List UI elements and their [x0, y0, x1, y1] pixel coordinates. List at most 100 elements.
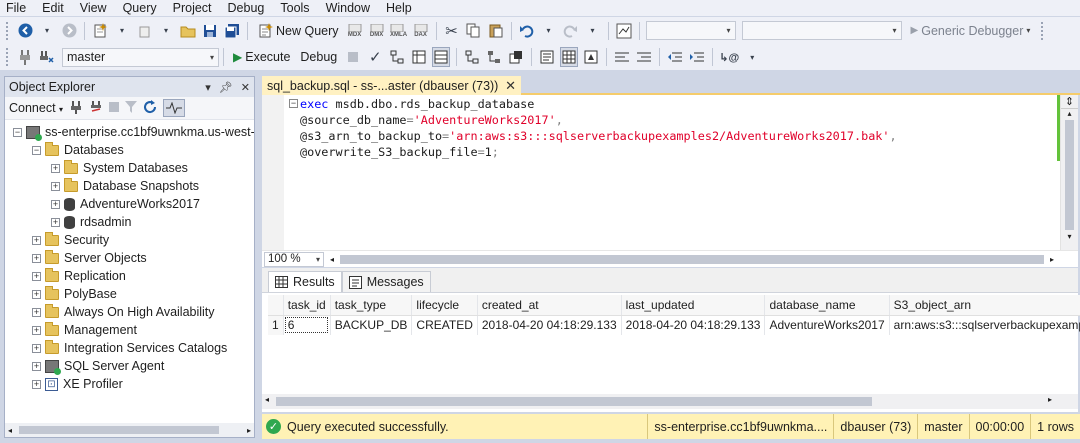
scroll-left-icon[interactable]: ◂ [330, 255, 334, 264]
column-header[interactable]: database_name [764, 295, 890, 316]
editor-hscroll-thumb[interactable] [340, 254, 1044, 264]
scroll-left-icon[interactable]: ◂ [8, 426, 12, 435]
expand-icon[interactable]: + [32, 361, 41, 371]
tree-node[interactable]: + PolyBase [5, 285, 254, 303]
table-cell[interactable]: 2018-04-20 04:18:29.133 [477, 315, 622, 335]
menu-debug[interactable]: Debug [220, 0, 273, 16]
tree-node[interactable]: + Integration Services Catalogs [5, 339, 254, 357]
comment-out-icon[interactable] [613, 47, 631, 67]
dmx-query-button[interactable]: DMX [368, 21, 386, 41]
tree-node[interactable]: + rdsadmin [5, 213, 254, 231]
tab-results[interactable]: Results [268, 271, 342, 292]
chevron-down-icon[interactable]: ▾ [157, 21, 175, 41]
expand-icon[interactable]: + [32, 253, 41, 263]
collapse-icon[interactable]: − [13, 127, 22, 137]
tab-messages[interactable]: Messages [341, 271, 431, 292]
column-header[interactable]: S3_object_arn [889, 295, 1080, 316]
chevron-down-icon[interactable]: ▾ [584, 21, 602, 41]
chevron-down-icon[interactable]: ▾ [540, 21, 558, 41]
tree-node[interactable]: + System Databases [5, 159, 254, 177]
tree-node[interactable]: + Always On High Availability [5, 303, 254, 321]
copy-icon[interactable] [465, 21, 483, 41]
expand-icon[interactable]: + [32, 379, 41, 389]
collapse-icon[interactable]: − [289, 99, 298, 108]
xmla-query-button[interactable]: XMLA [390, 21, 408, 41]
scrollbar-thumb[interactable] [1065, 120, 1074, 230]
mdx-query-button[interactable]: MDX [346, 21, 364, 41]
menu-edit[interactable]: Edit [34, 0, 72, 16]
table-cell[interactable]: 2018-04-20 04:18:29.133 [621, 315, 766, 335]
tree-node[interactable]: + ⊡ XE Profiler [5, 375, 254, 393]
toolbar-grip[interactable] [1041, 21, 1045, 40]
results-to-file-icon[interactable] [582, 47, 600, 67]
disconnect-icon[interactable] [89, 100, 103, 117]
menu-project[interactable]: Project [165, 0, 220, 16]
expand-icon[interactable]: + [32, 235, 41, 245]
tab-sql-backup[interactable]: sql_backup.sql - ss-...aster (dbauser (7… [262, 76, 521, 95]
live-stats-icon[interactable] [485, 47, 503, 67]
execute-button[interactable]: ▶ Execute [230, 47, 293, 67]
close-icon[interactable]: ✕ [241, 81, 250, 94]
menu-file[interactable]: File [0, 0, 34, 16]
forward-icon[interactable] [60, 21, 78, 41]
menu-query[interactable]: Query [115, 0, 165, 16]
tree-node-server[interactable]: − ss-enterprise.cc1bf9uwnkma.us-west-2 [5, 123, 254, 141]
column-header[interactable]: lifecycle [411, 295, 478, 316]
solution-config-dropdown[interactable]: ▾ [645, 21, 736, 40]
filter-icon[interactable] [125, 100, 138, 116]
dax-query-button[interactable]: DAX [412, 21, 430, 41]
scrollbar-thumb[interactable] [276, 397, 872, 406]
menu-tools[interactable]: Tools [272, 0, 317, 16]
undo-icon[interactable] [518, 21, 536, 41]
activity-monitor-icon[interactable] [163, 99, 186, 117]
object-explorer-hscrollbar[interactable]: ◂ ▸ [5, 423, 254, 437]
close-icon[interactable]: ✕ [505, 78, 516, 94]
sql-editor[interactable]: − exec msdb.dbo.rds_backup_database @sour… [262, 95, 1078, 250]
query-design-icon[interactable] [410, 47, 428, 67]
scroll-right-icon[interactable]: ▸ [1050, 255, 1054, 264]
expand-icon[interactable]: + [32, 325, 41, 335]
specify-values-icon[interactable]: ↳@ [719, 47, 739, 67]
include-plan-icon[interactable] [463, 47, 481, 67]
table-cell[interactable]: AdventureWorks2017 [764, 315, 890, 335]
increase-indent-icon[interactable] [688, 47, 706, 67]
expand-icon[interactable]: + [51, 181, 60, 191]
save-all-icon[interactable] [223, 21, 241, 41]
split-icon[interactable]: ⇕ [1061, 95, 1078, 109]
table-row[interactable]: 1 6 BACKUP_DB CREATED 2018-04-20 04:18:29.13… [268, 315, 1080, 335]
uncomment-icon[interactable] [635, 47, 653, 67]
cut-icon[interactable]: ✂ [443, 21, 461, 41]
tree-node[interactable]: + SQL Server Agent [5, 357, 254, 375]
column-header[interactable]: last_updated [621, 295, 766, 316]
chevron-down-icon[interactable]: ▾ [113, 21, 131, 41]
scroll-right-icon[interactable]: ▸ [247, 426, 251, 435]
menu-help[interactable]: Help [378, 0, 420, 16]
display-plan-icon[interactable] [388, 47, 406, 67]
paste-icon[interactable] [487, 21, 505, 41]
chevron-down-icon[interactable]: ▾ [743, 47, 761, 67]
expand-icon[interactable]: + [51, 217, 60, 227]
scroll-up-icon[interactable]: ▴ [1061, 109, 1078, 118]
scroll-down-icon[interactable]: ▾ [1061, 232, 1078, 241]
table-cell[interactable]: 6 [283, 315, 331, 335]
debug-button[interactable]: Debug [297, 47, 340, 67]
column-header[interactable]: task_id [283, 295, 331, 316]
parse-checkmark-icon[interactable]: ✓ [366, 47, 384, 67]
decrease-indent-icon[interactable] [666, 47, 684, 67]
open-folder-icon[interactable] [179, 21, 197, 41]
refresh-icon[interactable] [143, 99, 157, 117]
tree-node[interactable]: + AdventureWorks2017 [5, 195, 254, 213]
stop-icon[interactable] [109, 101, 120, 115]
expand-icon[interactable]: + [32, 343, 41, 353]
table-cell[interactable]: CREATED [411, 315, 478, 335]
tree-node[interactable]: + Replication [5, 267, 254, 285]
scrollbar-thumb[interactable] [19, 426, 219, 434]
row-number[interactable]: 1 [268, 315, 284, 335]
expand-icon[interactable]: + [32, 289, 41, 299]
tree-node[interactable]: − Databases [5, 141, 254, 159]
menu-window[interactable]: Window [318, 0, 378, 16]
collapse-icon[interactable]: − [32, 145, 41, 155]
tree-node[interactable]: + Security [5, 231, 254, 249]
back-icon[interactable] [16, 21, 34, 41]
connect-dropdown[interactable]: Connect ▾ [9, 101, 63, 115]
